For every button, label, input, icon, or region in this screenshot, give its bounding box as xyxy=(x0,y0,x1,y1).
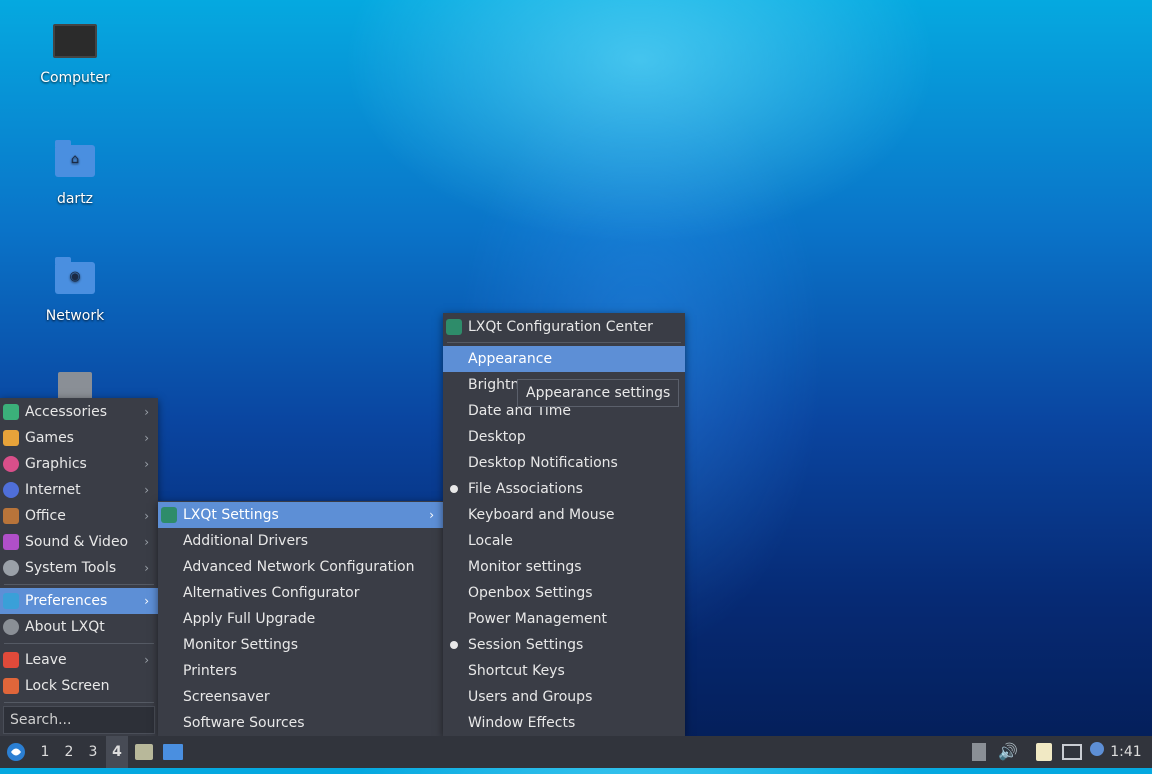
volume-icon[interactable]: 🔊 xyxy=(998,736,1018,768)
desktop-switch-3[interactable]: 3 xyxy=(82,736,104,768)
clipboard-icon[interactable] xyxy=(1036,743,1052,761)
menu-item-users-groups[interactable]: Users and Groups xyxy=(443,684,685,710)
chevron-right-icon: › xyxy=(144,457,149,471)
menu-item-games[interactable]: Games › xyxy=(0,425,158,451)
menu-separator xyxy=(4,584,154,585)
menu-item-screensaver[interactable]: Screensaver xyxy=(158,684,443,710)
lock-icon xyxy=(3,678,19,694)
menu-item-shortcut-keys[interactable]: Shortcut Keys xyxy=(443,658,685,684)
menu-item-system-tools[interactable]: System Tools › xyxy=(0,555,158,581)
desktop-icon-label: Computer xyxy=(40,70,110,86)
menu-item-keyboard-mouse[interactable]: Keyboard and Mouse xyxy=(443,502,685,528)
chevron-right-icon: › xyxy=(429,508,434,522)
menu-item-advanced-network[interactable]: Advanced Network Configuration xyxy=(158,554,443,580)
menu-item-graphics[interactable]: Graphics › xyxy=(0,451,158,477)
search-input[interactable] xyxy=(4,707,154,733)
chevron-right-icon: › xyxy=(144,535,149,549)
internet-icon xyxy=(3,482,19,498)
menu-item-file-associations[interactable]: File Associations xyxy=(443,476,685,502)
menu-item-printers[interactable]: Printers xyxy=(158,658,443,684)
computer-icon xyxy=(53,24,97,64)
show-desktop-icon[interactable] xyxy=(163,744,183,760)
menu-item-openbox-settings[interactable]: Openbox Settings xyxy=(443,580,685,606)
preferences-icon xyxy=(3,593,19,609)
lxqt-settings-submenu: LXQt Configuration Center Appearance Bri… xyxy=(443,313,685,736)
menu-separator xyxy=(447,342,681,343)
home-folder-icon: ⌂ xyxy=(53,140,97,185)
menu-item-full-upgrade[interactable]: Apply Full Upgrade xyxy=(158,606,443,632)
power-icon xyxy=(3,652,19,668)
menu-item-additional-drivers[interactable]: Additional Drivers xyxy=(158,528,443,554)
main-menu-button[interactable] xyxy=(4,736,28,768)
menu-separator xyxy=(4,643,154,644)
menu-item-window-effects[interactable]: Window Effects xyxy=(443,710,685,736)
system-tools-icon xyxy=(3,560,19,576)
chevron-right-icon: › xyxy=(144,653,149,667)
preferences-submenu: LXQt Settings › Additional Drivers Advanc… xyxy=(158,501,443,736)
menu-item-sound-video[interactable]: Sound & Video › xyxy=(0,529,158,555)
menu-separator xyxy=(4,702,154,703)
menu-search xyxy=(3,706,155,734)
menu-item-about-lxqt[interactable]: About LXQt xyxy=(0,614,158,640)
menu-item-accessories[interactable]: Accessories › xyxy=(0,399,158,425)
desktop-switch-1[interactable]: 1 xyxy=(34,736,56,768)
bullet-icon xyxy=(450,485,458,493)
accessories-icon xyxy=(3,404,19,420)
menu-item-desktop[interactable]: Desktop xyxy=(443,424,685,450)
menu-item-power-management[interactable]: Power Management xyxy=(443,606,685,632)
network-folder-icon: ◉ xyxy=(53,257,97,302)
menu-item-configuration-center[interactable]: LXQt Configuration Center xyxy=(443,314,685,340)
office-icon xyxy=(3,508,19,524)
menu-item-office[interactable]: Office › xyxy=(0,503,158,529)
desktop-icon-label: dartz xyxy=(56,191,94,207)
desktop-icon-label: Network xyxy=(45,308,105,324)
chevron-right-icon: › xyxy=(144,509,149,523)
tooltip: Appearance settings xyxy=(517,379,680,407)
network-icon[interactable] xyxy=(1062,744,1082,760)
menu-item-lxqt-settings[interactable]: LXQt Settings › xyxy=(158,502,443,528)
desktop-switch-4[interactable]: 4 xyxy=(106,736,128,768)
sound-video-icon xyxy=(3,534,19,550)
menu-item-monitor-settings[interactable]: Monitor settings xyxy=(443,554,685,580)
chevron-right-icon: › xyxy=(144,561,149,575)
menu-item-appearance[interactable]: Appearance xyxy=(443,346,685,372)
chevron-right-icon: › xyxy=(144,483,149,497)
menu-item-lock-screen[interactable]: Lock Screen xyxy=(0,673,158,699)
desktop-icon-home[interactable]: ⌂ dartz xyxy=(20,140,130,207)
menu-item-alternatives[interactable]: Alternatives Configurator xyxy=(158,580,443,606)
menu-item-locale[interactable]: Locale xyxy=(443,528,685,554)
menu-item-session-settings[interactable]: Session Settings xyxy=(443,632,685,658)
menu-item-internet[interactable]: Internet › xyxy=(0,477,158,503)
games-icon xyxy=(3,430,19,446)
desktop-icon-network[interactable]: ◉ Network xyxy=(20,257,130,324)
storage-icon[interactable] xyxy=(972,743,986,761)
lxqt-config-icon xyxy=(446,319,462,335)
clock[interactable]: 1:41 xyxy=(1106,736,1146,768)
desktop-icon-computer[interactable]: Computer xyxy=(20,24,130,86)
chevron-right-icon: › xyxy=(144,594,149,608)
notification-icon[interactable] xyxy=(1090,742,1104,756)
menu-item-software-sources[interactable]: Software Sources xyxy=(158,710,443,736)
menu-item-monitor-settings[interactable]: Monitor Settings xyxy=(158,632,443,658)
chevron-right-icon: › xyxy=(144,431,149,445)
menu-item-preferences[interactable]: Preferences › xyxy=(0,588,158,614)
lxqt-settings-icon xyxy=(161,507,177,523)
menu-item-desktop-notifications[interactable]: Desktop Notifications xyxy=(443,450,685,476)
graphics-icon xyxy=(3,456,19,472)
menu-item-leave[interactable]: Leave › xyxy=(0,647,158,673)
main-menu: Accessories › Games › Graphics › Internet › … xyxy=(0,398,158,736)
chevron-right-icon: › xyxy=(144,405,149,419)
file-manager-icon[interactable] xyxy=(135,744,153,760)
lxqt-logo-icon xyxy=(7,743,25,761)
taskbar: 1 2 3 4 🔊 1:41 xyxy=(0,736,1152,768)
bullet-icon xyxy=(450,641,458,649)
info-icon xyxy=(3,619,19,635)
desktop-switch-2[interactable]: 2 xyxy=(58,736,80,768)
